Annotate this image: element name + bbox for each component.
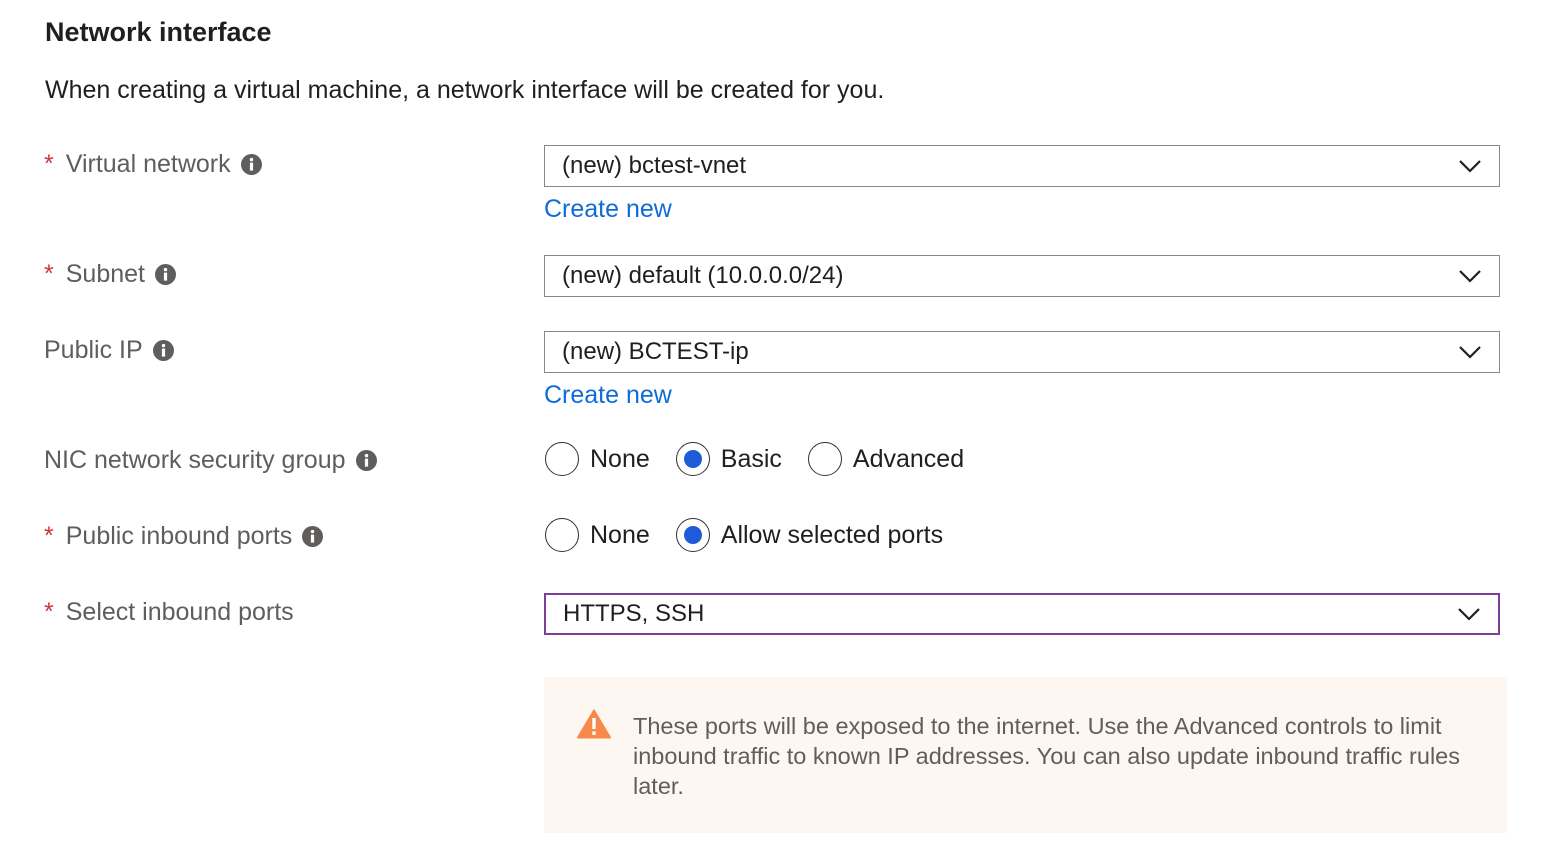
radio-label: Allow selected ports (720, 520, 944, 549)
subnet-dropdown[interactable]: (new) default (10.0.0.0/24) (544, 255, 1500, 297)
subnet-label-row: * Subnet (44, 256, 176, 292)
warning-icon (577, 709, 611, 739)
nic-nsg-radio-group: None Basic Advanced (545, 439, 990, 479)
info-icon[interactable] (302, 525, 324, 547)
select-inbound-ports-label-row: * Select inbound ports (44, 594, 294, 630)
warning-message-box: These ports will be exposed to the inter… (544, 677, 1507, 833)
radio-button[interactable] (545, 442, 579, 476)
virtual-network-label-row: * Virtual network (44, 146, 262, 182)
select-inbound-ports-label: Select inbound ports (65, 597, 294, 626)
nic-nsg-label-row: NIC network security group (44, 442, 377, 478)
public-inbound-ports-label: Public inbound ports (65, 521, 293, 550)
radio-label: None (590, 444, 650, 473)
nic-nsg-option-basic[interactable]: Basic (675, 442, 782, 476)
virtual-network-dropdown[interactable]: (new) bctest-vnet (544, 145, 1500, 187)
chevron-down-icon (1455, 151, 1485, 181)
radio-button-selected[interactable] (675, 518, 710, 552)
required-marker: * (44, 597, 54, 626)
radio-button[interactable] (545, 518, 579, 552)
nic-nsg-label: NIC network security group (44, 445, 346, 474)
warning-text: These ports will be exposed to the inter… (633, 713, 1460, 799)
radio-label: Basic (720, 444, 782, 473)
public-ip-label: Public IP (44, 335, 143, 364)
section-title: Network interface (45, 17, 272, 47)
section-description: When creating a virtual machine, a netwo… (45, 76, 885, 104)
select-inbound-ports-dropdown[interactable]: HTTPS, SSH (544, 593, 1500, 635)
info-icon[interactable] (240, 153, 262, 175)
required-marker: * (44, 149, 54, 178)
network-interface-page: Network interface When creating a virtua… (0, 0, 1558, 855)
info-icon[interactable] (154, 263, 176, 285)
subnet-value: (new) default (10.0.0.0/24) (562, 262, 844, 289)
nic-nsg-option-advanced[interactable]: Advanced (807, 442, 965, 476)
chevron-down-icon (1455, 261, 1485, 291)
public-inbound-option-none[interactable]: None (545, 518, 650, 552)
public-ip-label-row: Public IP (44, 332, 174, 368)
public-ip-value: (new) BCTEST-ip (562, 338, 749, 365)
radio-selected-dot (683, 450, 702, 468)
radio-selected-dot (683, 526, 702, 544)
select-inbound-ports-value: HTTPS, SSH (563, 600, 705, 627)
required-marker: * (44, 521, 54, 550)
virtual-network-label: Virtual network (65, 149, 231, 178)
public-inbound-ports-label-row: * Public inbound ports (44, 518, 324, 554)
required-marker: * (44, 259, 54, 288)
radio-button-selected[interactable] (675, 442, 710, 476)
create-new-public-ip-link[interactable]: Create new (544, 379, 672, 411)
radio-button[interactable] (807, 442, 842, 476)
info-icon[interactable] (152, 339, 174, 361)
radio-label: Advanced (852, 444, 965, 473)
radio-label: None (590, 520, 650, 549)
virtual-network-value: (new) bctest-vnet (562, 152, 747, 179)
public-inbound-option-allow-selected[interactable]: Allow selected ports (675, 518, 944, 552)
create-new-vnet-link[interactable]: Create new (544, 193, 672, 225)
chevron-down-icon (1454, 599, 1484, 629)
subnet-label: Subnet (65, 259, 145, 288)
info-icon[interactable] (355, 449, 377, 471)
nic-nsg-option-none[interactable]: None (545, 442, 650, 476)
public-inbound-ports-radio-group: None Allow selected ports (545, 515, 969, 555)
chevron-down-icon (1455, 337, 1485, 367)
public-ip-dropdown[interactable]: (new) BCTEST-ip (544, 331, 1500, 373)
